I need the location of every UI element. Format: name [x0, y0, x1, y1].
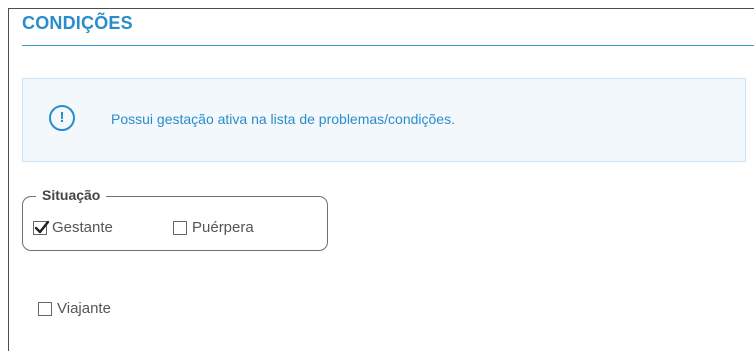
gestante-option[interactable]: Gestante	[33, 219, 113, 236]
gestante-label: Gestante	[52, 219, 113, 236]
gestante-checkbox[interactable]	[33, 220, 50, 235]
viajante-label: Viajante	[57, 300, 111, 317]
info-alert: ! Possui gestação ativa na lista de prob…	[22, 78, 746, 162]
checkmark-icon	[34, 220, 50, 233]
puerpera-checkbox[interactable]	[173, 220, 187, 235]
puerpera-label: Puérpera	[192, 219, 254, 236]
situacao-fieldset: Situação Gestante Puérpera	[22, 187, 328, 251]
title-divider	[22, 45, 754, 46]
viajante-option[interactable]: Viajante	[38, 300, 111, 317]
alert-message: Possui gestação ativa na lista de proble…	[111, 111, 455, 127]
puerpera-option[interactable]: Puérpera	[173, 219, 254, 236]
viajante-checkbox[interactable]	[38, 301, 52, 316]
info-exclamation-icon: !	[49, 105, 75, 131]
situacao-legend: Situação	[36, 187, 107, 203]
conditions-panel	[8, 8, 754, 351]
section-title: CONDIÇÕES	[22, 13, 133, 33]
